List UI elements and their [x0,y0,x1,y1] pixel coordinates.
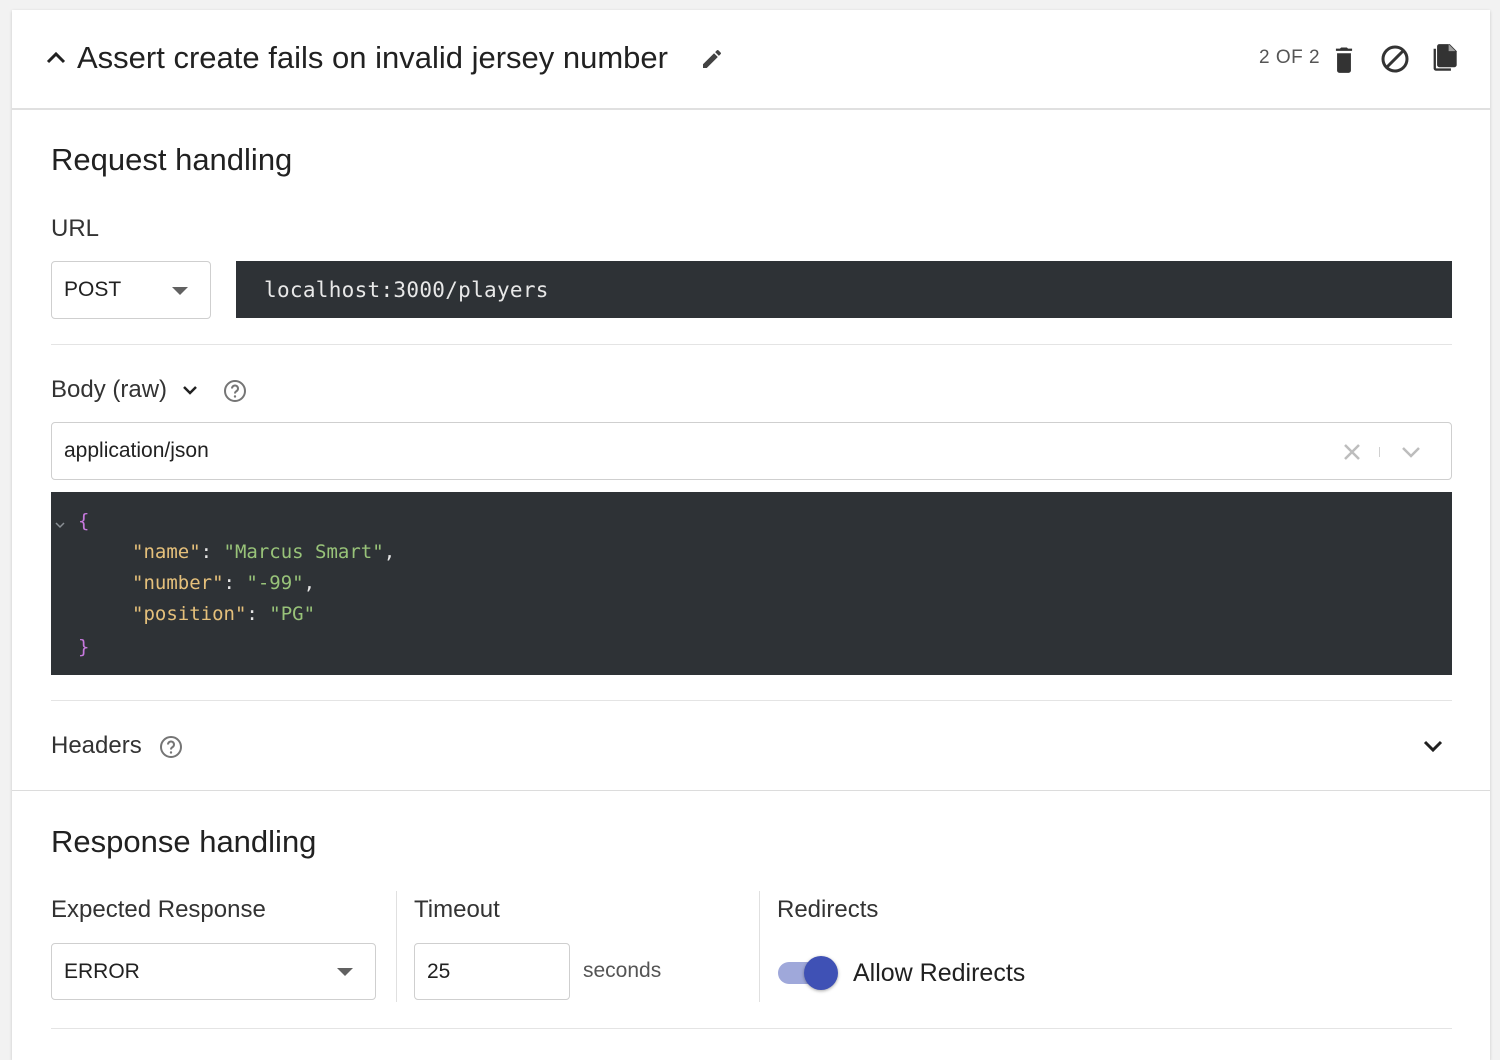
allow-redirects-label: Allow Redirects [853,959,1026,987]
help-icon[interactable] [223,379,247,403]
expand-headers-icon[interactable] [1422,739,1444,753]
url-label: URL [51,215,100,242]
toggle-thumb [804,956,838,990]
timeout-value: 25 [427,960,451,983]
expected-response-value: ERROR [64,960,140,983]
chevron-up-icon[interactable] [45,49,67,65]
code-line: "number": "-99", [132,572,316,594]
disable-icon[interactable] [1380,44,1410,74]
allow-redirects-toggle[interactable] [778,956,838,990]
request-section-title: Request handling [51,142,293,177]
caret-down-icon [172,287,188,295]
code-line: } [78,636,90,658]
body-code-editor[interactable]: { "name": "Marcus Smart", "number": "-99… [51,492,1452,675]
expected-response-select[interactable]: ERROR [51,943,376,1000]
copy-icon[interactable] [1430,43,1458,73]
timeout-unit: seconds [583,959,662,982]
test-step-card: Assert create fails on invalid jersey nu… [12,10,1490,1060]
chevron-down-icon[interactable] [182,384,198,396]
timeout-label: Timeout [414,896,500,923]
step-counter: 2 OF 2 [1259,47,1321,68]
url-input[interactable]: localhost:3000/players [236,261,1452,318]
clear-icon[interactable] [1342,442,1362,462]
chevron-down-icon[interactable] [1400,445,1422,459]
headers-label[interactable]: Headers [51,730,142,762]
redirects-label: Redirects [777,896,879,923]
divider [51,1028,1452,1029]
column-divider [759,891,760,1002]
trash-icon[interactable] [1330,44,1358,74]
response-section-title: Response handling [51,824,317,859]
body-type-label[interactable]: Body (raw) [51,374,167,406]
method-value: POST [64,278,122,301]
fold-arrow-icon[interactable] [54,520,66,530]
code-line: "name": "Marcus Smart", [132,541,396,563]
method-select[interactable]: POST [51,261,211,319]
content-type-value: application/json [64,439,209,462]
json-value: "-99" [246,572,304,594]
json-value: "Marcus Smart" [223,541,384,563]
divider [51,344,1452,345]
content-type-select[interactable]: application/json [51,422,1452,480]
json-key: "number" [132,572,224,594]
step-title: Assert create fails on invalid jersey nu… [77,40,668,75]
code-line: "position": "PG" [132,603,316,625]
code-line: { [78,510,90,532]
timeout-input[interactable]: 25 [414,943,570,1000]
column-divider [396,891,397,1002]
help-icon[interactable] [159,735,183,759]
json-key: "position" [132,603,247,625]
divider [51,700,1452,701]
select-separator [1379,447,1380,457]
step-header: Assert create fails on invalid jersey nu… [12,10,1490,110]
url-value: localhost:3000/players [264,278,549,302]
json-value: "PG" [269,603,316,625]
section-separator [12,790,1490,791]
expected-response-label: Expected Response [51,896,266,923]
json-key: "name" [132,541,201,563]
pencil-icon[interactable] [700,47,724,71]
caret-down-icon [337,968,353,976]
